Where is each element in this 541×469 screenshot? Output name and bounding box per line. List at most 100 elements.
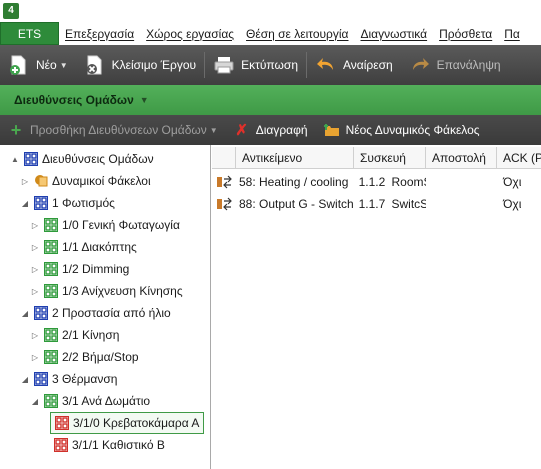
new-dynamic-folder-button[interactable]: Νέος Δυναμικός Φάκελος bbox=[316, 115, 488, 145]
tree-item[interactable]: ▷ 1/0 Γενική Φωταγωγία bbox=[30, 214, 180, 236]
undo-label: Αναίρεση bbox=[343, 58, 393, 72]
tree-item-label: Δυναμικοί Φάκελοι bbox=[52, 174, 151, 188]
cell-device: 1.1.2 bbox=[358, 175, 386, 189]
middle-group-icon bbox=[44, 218, 58, 232]
column-header-device[interactable]: Συσκευή bbox=[354, 147, 426, 168]
menu-edit[interactable]: Επεξεργασία bbox=[59, 22, 140, 45]
plus-icon: + bbox=[10, 119, 22, 140]
menu-more[interactable]: Πα bbox=[498, 22, 526, 45]
tree-item[interactable]: ▷ Δυναμικοί Φάκελοι bbox=[20, 170, 151, 192]
tree-item-label: 1/0 Γενική Φωταγωγία bbox=[62, 218, 180, 232]
middle-group-icon bbox=[44, 240, 58, 254]
collapse-arrow-icon[interactable]: ◢ bbox=[30, 397, 40, 406]
collapse-arrow-icon[interactable]: ▲ bbox=[10, 155, 20, 164]
list-header: Αντικείμενο Συσκευή Αποστολή ACK (P... bbox=[212, 147, 541, 169]
tree-item-label: 2/1 Κίνηση bbox=[62, 328, 120, 342]
close-project-button[interactable]: Κλείσιμο Έργου bbox=[76, 45, 205, 85]
icon-column-header[interactable] bbox=[212, 147, 236, 168]
undo-button[interactable]: Αναίρεση bbox=[307, 45, 401, 85]
print-button[interactable]: Εκτύπωση bbox=[205, 45, 306, 85]
add-group-addresses-button[interactable]: + Προσθήκη Διευθύνσεων Ομάδων ▼ bbox=[0, 115, 226, 145]
redo-button[interactable]: Επανάληψη bbox=[401, 45, 509, 85]
tree-item[interactable]: 3/1/1 Καθιστικό Β bbox=[50, 434, 165, 456]
printer-icon bbox=[213, 54, 235, 76]
middle-group-icon bbox=[44, 394, 58, 408]
group-address-icon bbox=[54, 438, 68, 452]
add-group-addresses-label: Προσθήκη Διευθύνσεων Ομάδων bbox=[30, 123, 207, 137]
middle-group-icon bbox=[44, 328, 58, 342]
tree-item-label: 3/1/0 Κρεβατοκάμαρα Α bbox=[73, 416, 200, 430]
tree-item-label: 1/1 Διακόπτης bbox=[62, 240, 137, 254]
expand-arrow-icon[interactable]: ▷ bbox=[30, 243, 40, 252]
tree-item[interactable]: ▷ 1/3 Ανίχνευση Κίνησης bbox=[30, 280, 183, 302]
menu-commissioning[interactable]: Θέση σε λειτουργία bbox=[240, 22, 354, 45]
tree-item[interactable]: ▷ 1/2 Dimming bbox=[30, 258, 129, 280]
undo-arrow-icon bbox=[315, 54, 337, 76]
main-group-icon bbox=[34, 372, 48, 386]
title-bar: 4 bbox=[0, 0, 541, 22]
dynamic-folder-icon bbox=[323, 122, 340, 138]
menu-workspace[interactable]: Χώρος εργασίας bbox=[140, 22, 240, 45]
panel-dropdown-caret-icon[interactable]: ▼ bbox=[140, 95, 149, 105]
column-header-send[interactable]: Αποστολή bbox=[426, 147, 497, 168]
group-address-tree: ▲ Διευθύνσεις Ομάδων ▷ Δυναμικοί Φάκελοι ◢ 1 … bbox=[0, 145, 211, 469]
list-row[interactable]: 58: Heating / cooling 1.1.2 RoomS Όχι bbox=[212, 171, 541, 193]
cell-device: 1.1.7 bbox=[358, 197, 386, 211]
root-grid-icon bbox=[24, 152, 38, 166]
cell-device-name: SwitcS bbox=[391, 197, 427, 211]
tree-item-label: 1 Φωτισμός bbox=[52, 196, 115, 210]
middle-group-icon bbox=[44, 262, 58, 276]
collapse-arrow-icon[interactable]: ◢ bbox=[20, 309, 30, 318]
tree-item[interactable]: ▷ 2/1 Κίνηση bbox=[30, 324, 119, 346]
column-header-ack[interactable]: ACK (P... bbox=[497, 147, 541, 168]
tree-item[interactable]: ▷ 1/1 Διακόπτης bbox=[30, 236, 137, 258]
delete-button[interactable]: ✗ Διαγραφή bbox=[226, 115, 316, 145]
expand-arrow-icon[interactable]: ▷ bbox=[20, 177, 30, 186]
cell-ack: Όχι bbox=[503, 175, 522, 189]
group-object-icon bbox=[217, 175, 233, 189]
tree-item-label: 2/2 Βήμα/Stop bbox=[62, 350, 139, 364]
group-object-list: Αντικείμενο Συσκευή Αποστολή ACK (P... 5… bbox=[212, 145, 541, 469]
expand-arrow-icon[interactable]: ▷ bbox=[30, 265, 40, 274]
ets-menu-tab[interactable]: ETS bbox=[0, 22, 59, 45]
expand-arrow-icon[interactable]: ▷ bbox=[30, 331, 40, 340]
dynamic-folder-icon bbox=[34, 174, 48, 188]
main-group-icon bbox=[34, 196, 48, 210]
new-label: Νέο bbox=[36, 58, 57, 72]
group-addresses-panel-header[interactable]: Διευθύνσεις Ομάδων ▼ bbox=[0, 85, 541, 115]
collapse-arrow-icon[interactable]: ◢ bbox=[20, 375, 30, 384]
tree-item[interactable]: ◢ 3/1 Ανά Δωμάτιο bbox=[30, 390, 150, 412]
collapse-arrow-icon[interactable]: ◢ bbox=[20, 199, 30, 208]
group-object-icon bbox=[217, 197, 233, 211]
cell-device-name: RoomS bbox=[391, 175, 427, 189]
tree-item[interactable]: ◢ 2 Προστασία από ήλιο bbox=[20, 302, 171, 324]
tree-item[interactable]: ◢ 1 Φωτισμός bbox=[20, 192, 115, 214]
column-header-object[interactable]: Αντικείμενο bbox=[236, 147, 354, 168]
new-dropdown-caret-icon[interactable]: ▼ bbox=[60, 61, 68, 70]
tree-item[interactable]: ◢ 3 Θέρμανση bbox=[20, 368, 117, 390]
cell-ack: Όχι bbox=[503, 197, 522, 211]
tree-item-label: 1/3 Ανίχνευση Κίνησης bbox=[62, 284, 183, 298]
expand-arrow-icon[interactable]: ▷ bbox=[30, 287, 40, 296]
list-row[interactable]: 88: Output G - Switch 1.1.7 SwitcS Όχι bbox=[212, 193, 541, 215]
menu-bar: ETS Επεξεργασία Χώρος εργασίας Θέση σε λ… bbox=[0, 22, 541, 45]
tree-item-label: 1/2 Dimming bbox=[62, 262, 130, 276]
expand-arrow-icon[interactable]: ▷ bbox=[30, 353, 40, 362]
main-group-icon bbox=[34, 306, 48, 320]
menu-extras[interactable]: Πρόσθετα bbox=[433, 22, 498, 45]
panel-title: Διευθύνσεις Ομάδων bbox=[14, 93, 134, 107]
group-address-icon bbox=[55, 416, 69, 430]
add-dropdown-caret-icon[interactable]: ▼ bbox=[210, 126, 218, 135]
cell-object: 88: Output G - Switch bbox=[239, 197, 353, 211]
redo-label: Επανάληψη bbox=[436, 58, 501, 72]
tree-item[interactable]: ▷ 2/2 Βήμα/Stop bbox=[30, 346, 139, 368]
menu-diagnostics[interactable]: Διαγνωστικά bbox=[355, 22, 434, 45]
tree-item-label: 3/1/1 Καθιστικό Β bbox=[72, 438, 165, 452]
tree-item[interactable]: 3/1/0 Κρεβατοκάμαρα Α bbox=[50, 412, 205, 434]
tree-item-label: 2 Προστασία από ήλιο bbox=[52, 306, 171, 320]
new-document-icon bbox=[8, 54, 30, 76]
expand-arrow-icon[interactable]: ▷ bbox=[30, 221, 40, 230]
new-button[interactable]: Νέο ▼ bbox=[0, 45, 76, 85]
tree-item[interactable]: ▲ Διευθύνσεις Ομάδων bbox=[10, 148, 154, 170]
tree-item-label: 3 Θέρμανση bbox=[52, 372, 118, 386]
